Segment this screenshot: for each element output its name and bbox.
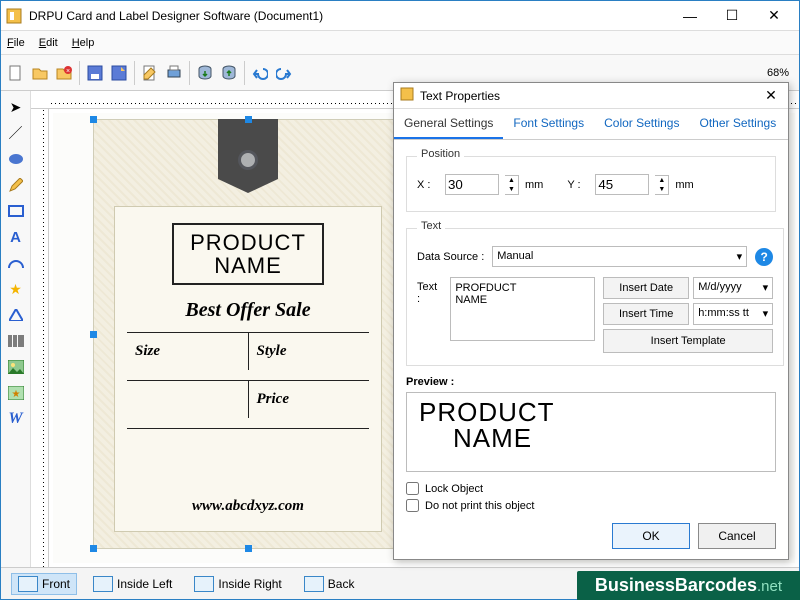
- tab-color-settings[interactable]: Color Settings: [594, 109, 689, 139]
- text-input[interactable]: PROFDUCT NAME: [450, 277, 595, 341]
- page-icon: [194, 576, 214, 592]
- dialog-title: Text Properties: [420, 89, 760, 103]
- menu-help[interactable]: Help: [72, 37, 95, 49]
- preview-line1: PRODUCT: [419, 399, 763, 425]
- text-group: Text Data Source : Manual ▾ ? Text : PRO…: [406, 222, 784, 366]
- insert-time-button[interactable]: Insert Time: [603, 303, 689, 325]
- ellipse-tool-icon[interactable]: [6, 149, 26, 169]
- pencil-tool-icon[interactable]: [6, 175, 26, 195]
- tab-back[interactable]: Back: [298, 574, 361, 594]
- preview-label: Preview :: [406, 376, 776, 388]
- no-print-label: Do not print this object: [425, 500, 534, 512]
- arc-tool-icon[interactable]: [6, 253, 26, 273]
- data-source-value: Manual: [497, 250, 533, 263]
- tab-front[interactable]: Front: [11, 573, 77, 595]
- no-print-checkbox[interactable]: [406, 499, 419, 512]
- close-button[interactable]: ✕: [753, 3, 795, 29]
- db-in-icon[interactable]: [194, 62, 216, 84]
- cancel-button[interactable]: Cancel: [698, 523, 776, 549]
- barcode-tool-icon[interactable]: [6, 331, 26, 351]
- select-tool-icon[interactable]: ➤: [6, 97, 26, 117]
- text-label: Text :: [417, 277, 442, 305]
- position-legend: Position: [417, 148, 464, 160]
- text-properties-dialog: Text Properties ✕ General Settings Font …: [393, 82, 789, 560]
- dialog-close-button[interactable]: ✕: [760, 87, 782, 104]
- star-tool-icon[interactable]: ★: [6, 279, 26, 299]
- new-icon[interactable]: [5, 62, 27, 84]
- dialog-icon: [400, 87, 414, 104]
- watermark-brand: BusinessBarcodes: [595, 575, 757, 595]
- preview-box: PRODUCT NAME: [406, 392, 776, 472]
- save-icon[interactable]: [84, 62, 106, 84]
- svg-text:★: ★: [11, 389, 20, 400]
- data-source-select[interactable]: Manual ▾: [492, 246, 747, 267]
- undo-icon[interactable]: [249, 62, 271, 84]
- tab-font-settings[interactable]: Font Settings: [503, 109, 594, 139]
- rect-tool-icon[interactable]: [6, 201, 26, 221]
- tab-general-settings[interactable]: General Settings: [394, 109, 503, 139]
- wordart-tool-icon[interactable]: W: [6, 409, 26, 429]
- dialog-tabs: General Settings Font Settings Color Set…: [394, 109, 788, 140]
- zoom-level[interactable]: 68%: [767, 67, 795, 79]
- x-label: X :: [417, 179, 439, 191]
- watermark-ext: .net: [757, 578, 782, 595]
- triangle-tool-icon[interactable]: [6, 305, 26, 325]
- open-icon[interactable]: [29, 62, 51, 84]
- save-as-icon[interactable]: [108, 62, 130, 84]
- db-out-icon[interactable]: [218, 62, 240, 84]
- x-spinner[interactable]: ▲▼: [505, 175, 519, 195]
- tab-other-settings[interactable]: Other Settings: [689, 109, 786, 139]
- help-icon[interactable]: ?: [755, 248, 773, 266]
- titlebar: DRPU Card and Label Designer Software (D…: [1, 1, 799, 31]
- side-toolbar: ➤ ／ A ★ ★ W: [1, 91, 31, 567]
- svg-text:×: ×: [66, 68, 70, 75]
- y-spinner[interactable]: ▲▼: [655, 175, 669, 195]
- tab-inside-right[interactable]: Inside Right: [188, 574, 287, 594]
- ruler-vertical: [31, 109, 49, 567]
- page-icon: [18, 576, 38, 592]
- watermark: BusinessBarcodes.net: [577, 571, 800, 600]
- lock-object-label: Lock Object: [425, 483, 483, 495]
- dialog-buttons: OK Cancel: [394, 517, 788, 559]
- text-legend: Text: [417, 220, 445, 232]
- x-input[interactable]: [445, 174, 499, 195]
- page-icon: [304, 576, 324, 592]
- chevron-down-icon: ▾: [763, 281, 769, 295]
- insert-date-button[interactable]: Insert Date: [603, 277, 689, 299]
- y-unit: mm: [675, 179, 693, 191]
- time-format-select[interactable]: h:mm:ss tt▾: [693, 303, 773, 325]
- data-source-label: Data Source :: [417, 251, 484, 263]
- line-tool-icon[interactable]: ／: [6, 123, 26, 143]
- page-icon: [93, 576, 113, 592]
- close-file-icon[interactable]: ×: [53, 62, 75, 84]
- ok-button[interactable]: OK: [612, 523, 690, 549]
- chevron-down-icon: ▾: [737, 250, 743, 263]
- minimize-button[interactable]: ―: [669, 3, 711, 29]
- dialog-body: Position X : ▲▼ mm Y : ▲▼ mm Text Data S…: [394, 140, 788, 517]
- chevron-down-icon: ▾: [763, 307, 769, 321]
- y-input[interactable]: [595, 174, 649, 195]
- image-tool-icon[interactable]: [6, 357, 26, 377]
- menubar: FFileile Edit Help: [1, 31, 799, 55]
- redo-icon[interactable]: [273, 62, 295, 84]
- date-format-select[interactable]: M/d/yyyy▾: [693, 277, 773, 299]
- menu-edit[interactable]: Edit: [39, 37, 58, 49]
- lock-object-checkbox[interactable]: [406, 482, 419, 495]
- tab-inside-left[interactable]: Inside Left: [87, 574, 178, 594]
- insert-template-button[interactable]: Insert Template: [603, 329, 773, 353]
- position-group: Position X : ▲▼ mm Y : ▲▼ mm: [406, 150, 776, 212]
- selection-handles[interactable]: [93, 119, 403, 549]
- print-icon[interactable]: [163, 62, 185, 84]
- window-title: DRPU Card and Label Designer Software (D…: [29, 9, 669, 23]
- dialog-titlebar[interactable]: Text Properties ✕: [394, 83, 788, 109]
- x-unit: mm: [525, 179, 543, 191]
- edit-icon[interactable]: [139, 62, 161, 84]
- menu-file[interactable]: FFileile: [7, 37, 25, 49]
- text-tool-icon[interactable]: A: [6, 227, 26, 247]
- library-tool-icon[interactable]: ★: [6, 383, 26, 403]
- app-icon: [5, 7, 23, 25]
- y-label: Y :: [567, 179, 589, 191]
- maximize-button[interactable]: ☐: [711, 3, 753, 29]
- preview-line2: NAME: [419, 425, 763, 451]
